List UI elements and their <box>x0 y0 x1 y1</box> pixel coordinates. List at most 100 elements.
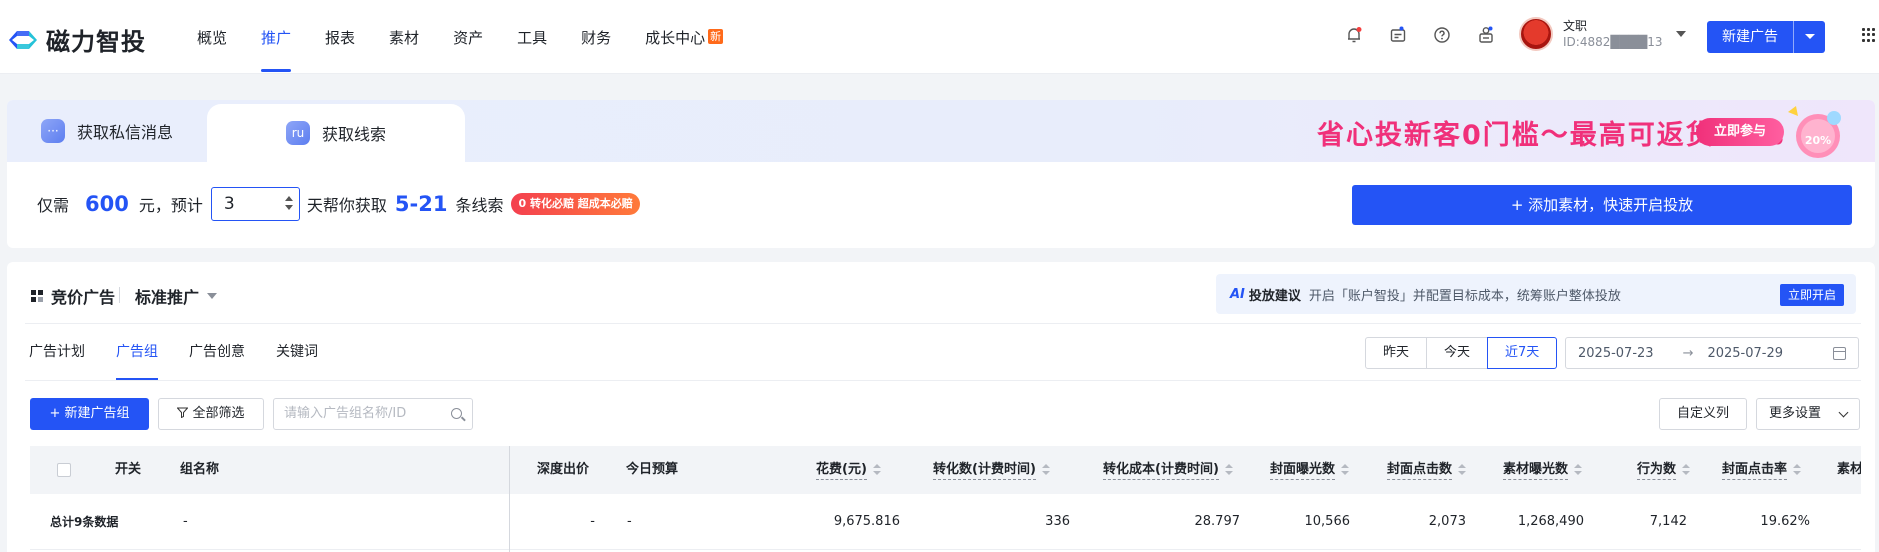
nav-item-assets[interactable]: 资产 <box>453 0 483 74</box>
text-prefix: 仅需 <box>37 196 70 215</box>
user-id: ID:4882████13 <box>1563 35 1663 49</box>
user-name: 文职 <box>1563 19 1588 33</box>
avatar <box>1519 17 1553 51</box>
notification-icon[interactable] <box>1343 24 1365 46</box>
last-7-days-button[interactable]: 近7天 <box>1487 337 1558 369</box>
search-icon[interactable] <box>451 408 462 419</box>
new-ad-label: 新建广告 <box>1707 21 1794 53</box>
col-cover-ctr[interactable]: 封面点击率 <box>1722 446 1802 494</box>
date-range-picker[interactable]: 2025-07-23 → 2025-07-29 <box>1565 337 1859 369</box>
nav-label: 概览 <box>197 29 228 47</box>
nav-item-tools[interactable]: 工具 <box>517 0 547 74</box>
tab-ad-plan[interactable]: 广告计划 <box>29 324 85 380</box>
new-ad-group-button[interactable]: + 新建广告组 <box>30 398 149 430</box>
filter-button[interactable]: 全部筛选 <box>158 398 264 430</box>
summary-cost: 9,675.816 <box>833 514 900 529</box>
today-button[interactable]: 今天 <box>1426 337 1489 369</box>
days-stepper[interactable]: 3 <box>210 187 300 221</box>
sort-icon[interactable] <box>872 463 881 476</box>
promotion-type-select[interactable]: 标准推广 <box>118 284 218 308</box>
sort-icon[interactable] <box>1341 463 1350 476</box>
bid-title-label: 竞价广告 <box>51 288 116 307</box>
top-navbar: 磁力智投 概览 推广 报表 素材 资产 工具 财务 成长中心新 文职 ID:48… <box>0 0 1879 74</box>
caret-down-icon[interactable] <box>1794 33 1825 41</box>
nav-item-finance[interactable]: 财务 <box>581 0 611 74</box>
col-cost-label: 花费(元) <box>816 462 867 480</box>
nav-item-reports[interactable]: 报表 <box>325 0 355 74</box>
app-grid-icon[interactable] <box>1862 28 1876 42</box>
more-settings-button[interactable]: 更多设置 <box>1756 398 1860 430</box>
promotion-type-value: 标准推广 <box>135 288 200 307</box>
summary-today-budget: - <box>627 514 632 529</box>
tab-label: 获取线索 <box>321 125 386 144</box>
user-info: 文职 ID:4882████13 <box>1563 18 1663 50</box>
col-actions[interactable]: 行为数 <box>1637 446 1691 494</box>
custom-columns-button[interactable]: 自定义列 <box>1659 398 1747 430</box>
contact-icon[interactable] <box>1475 24 1497 46</box>
tab-keywords[interactable]: 关键词 <box>276 324 318 380</box>
yesterday-button[interactable]: 昨天 <box>1365 337 1428 369</box>
new-ad-button[interactable]: 新建广告 <box>1707 21 1825 53</box>
sort-icon[interactable] <box>1793 463 1802 476</box>
user-menu[interactable]: 文职 ID:4882████13 <box>1519 17 1686 51</box>
tab-ad-creative[interactable]: 广告创意 <box>189 324 245 380</box>
nav-item-overview[interactable]: 概览 <box>197 0 227 74</box>
ad-group-table: 开关 组名称 深度出价 今日预算 花费(元) 转化数(计费时间) 转化成本(计费… <box>30 446 1861 552</box>
text-unit: 元，预计 <box>138 196 203 215</box>
app-logo[interactable]: 磁力智投 <box>6 22 146 57</box>
summary-label: 总计9条数据 <box>50 515 119 529</box>
nav-item-promotion[interactable]: 推广 <box>261 0 292 74</box>
days-value: 3 <box>223 194 235 214</box>
col-conversions[interactable]: 转化数(计费时间) <box>933 446 1050 494</box>
nav-item-materials[interactable]: 素材 <box>389 0 419 74</box>
placement-advice-bar: AI 投放建议 开启「账户智投」并配置目标成本，统筹账户整体投放 立即开启 <box>1216 274 1856 314</box>
message-icon[interactable] <box>1387 24 1409 46</box>
col-cover-impressions[interactable]: 封面曝光数 <box>1270 446 1350 494</box>
level-tabs: 广告计划 广告组 广告创意 关键词 <box>29 324 349 380</box>
stepper-arrows-icon[interactable] <box>284 196 293 210</box>
sort-icon[interactable] <box>1224 463 1233 476</box>
lead-icon: ru <box>285 121 310 145</box>
col-cover-clicks[interactable]: 封面点击数 <box>1387 446 1467 494</box>
col-cost[interactable]: 花费(元) <box>816 446 881 494</box>
help-icon[interactable] <box>1431 24 1453 46</box>
sort-icon[interactable] <box>1458 463 1467 476</box>
sort-icon[interactable] <box>1041 463 1050 476</box>
tab-label: 获取私信消息 <box>77 123 174 142</box>
col-actions-label: 行为数 <box>1637 462 1677 480</box>
date-end: 2025-07-29 <box>1707 345 1784 361</box>
col-material-impressions[interactable]: 素材曝光数 <box>1503 446 1583 494</box>
table-summary-row: 总计9条数据 - - - 9,675.816 336 28.797 10,566… <box>30 494 1861 550</box>
tab-get-leads[interactable]: ru 获取线索 <box>207 104 465 162</box>
nav-label: 素材 <box>389 29 420 47</box>
logo-icon <box>9 30 37 49</box>
col-name: 组名称 <box>180 462 220 477</box>
sort-icon[interactable] <box>1574 463 1583 476</box>
nav-label: 工具 <box>517 29 548 47</box>
nav-item-growth-center[interactable]: 成长中心新 <box>645 0 724 74</box>
tab-private-message[interactable]: ··· 获取私信消息 <box>41 119 173 143</box>
sort-icon[interactable] <box>1682 463 1691 476</box>
ad-group-search-input[interactable]: 请输入广告组名称/ID <box>273 398 473 430</box>
arrow-right-icon: → <box>1682 345 1694 361</box>
col-conversion-cost[interactable]: 转化成本(计费时间) <box>1103 446 1233 494</box>
summary-conversion-cost: 28.797 <box>1194 514 1241 529</box>
date-range-buttons: 昨天 今天 近7天 <box>1365 337 1558 369</box>
summary-cover-ctr: 19.62% <box>1760 514 1810 529</box>
col-depth-bid: 深度出价 <box>537 462 590 477</box>
enable-now-button[interactable]: 立即开启 <box>1780 284 1844 306</box>
text-mid: 天帮你获取 <box>306 196 387 215</box>
filter-label: 全部筛选 <box>192 406 245 421</box>
nav-label: 报表 <box>325 29 356 47</box>
col-switch: 开关 <box>115 462 142 477</box>
select-all-checkbox[interactable] <box>57 463 71 477</box>
chat-bubble-icon: ··· <box>41 119 65 143</box>
tab-ad-group[interactable]: 广告组 <box>116 324 158 380</box>
col-conversion-cost-label: 转化成本(计费时间) <box>1103 462 1219 480</box>
add-material-button[interactable]: + 添加素材，快速开启投放 <box>1352 185 1852 225</box>
col-cover-clicks-label: 封面点击数 <box>1387 462 1453 480</box>
join-now-button[interactable]: 立即参与 <box>1696 118 1784 146</box>
summary-depth-bid: - <box>590 514 595 529</box>
guarantee-badge: 0 转化必赔 超成本必赔 <box>511 193 640 215</box>
date-start: 2025-07-23 <box>1578 345 1654 361</box>
